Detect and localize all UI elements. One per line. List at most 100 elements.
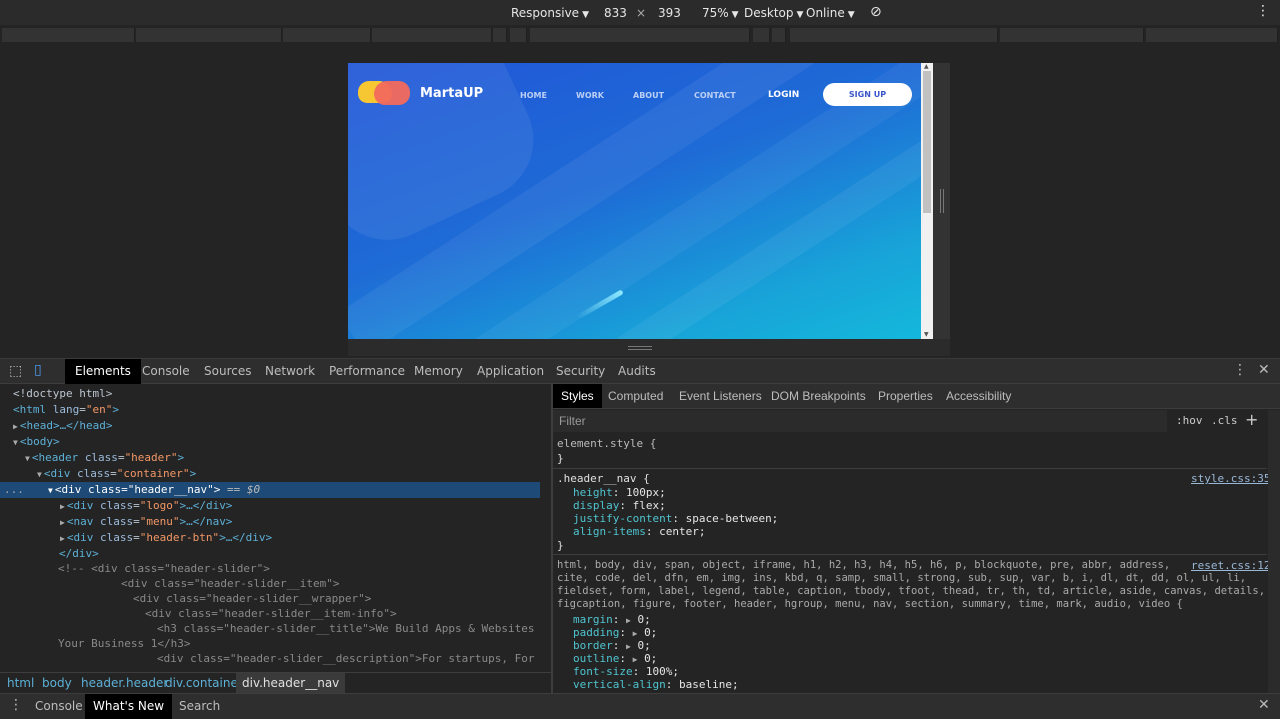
dom-html[interactable]: <html lang="en"> xyxy=(13,402,119,418)
preview-nav-home[interactable]: HOME xyxy=(520,91,547,100)
dom-header[interactable]: ▼ <header class="header"> xyxy=(25,450,184,466)
tab-computed[interactable]: Computed xyxy=(608,384,663,408)
close-icon[interactable]: ✕ xyxy=(1258,697,1270,713)
dom-head[interactable]: ▶ <head>…</head> xyxy=(13,418,113,434)
tab-sources[interactable]: Sources xyxy=(204,359,251,384)
rule2-source-link[interactable]: reset.css:12 xyxy=(1191,559,1270,572)
width-input[interactable]: 833 xyxy=(604,6,627,20)
drawer-tab-whats-new[interactable]: What's New xyxy=(85,694,173,719)
tab-accessibility[interactable]: Accessibility xyxy=(946,384,1011,408)
kebab-icon[interactable]: ⋮ xyxy=(9,697,23,713)
node-actions-ellipsis[interactable]: ... xyxy=(4,482,24,498)
rule2-prop[interactable]: border: ▶ 0; xyxy=(573,639,651,652)
rule2-selector[interactable]: cite, code, del, dfn, em, img, ins, kbd,… xyxy=(557,572,1246,585)
drawer-tab-search[interactable]: Search xyxy=(179,694,220,719)
kebab-icon[interactable]: ⋮ xyxy=(1256,3,1270,19)
collapse-icon[interactable]: ▼ xyxy=(37,470,42,479)
tab-dom-breakpoints[interactable]: DOM Breakpoints xyxy=(771,384,866,408)
tab-security[interactable]: Security xyxy=(556,359,605,384)
media-query-segment[interactable] xyxy=(510,28,527,42)
dom-comment[interactable]: <!-- <div class="header-slider"> xyxy=(58,561,270,577)
rule1-source-link[interactable]: style.css:35 xyxy=(1191,472,1270,485)
tab-application[interactable]: Application xyxy=(477,359,544,384)
rule2-prop[interactable]: font-size: 100%; xyxy=(573,665,679,678)
rule1-selector[interactable]: .header__nav { xyxy=(557,472,650,485)
dom-header-nav-selected[interactable]: ▼ <div class="header__nav"> == $0 xyxy=(48,482,260,498)
rule1-prop[interactable]: height: 100px; xyxy=(573,486,666,499)
styles-scrollbar[interactable] xyxy=(1268,410,1280,693)
dom-comment[interactable]: <h3 class="header-slider__title">We Buil… xyxy=(157,621,551,637)
tab-properties[interactable]: Properties xyxy=(878,384,933,408)
rule2-selector[interactable]: html, body, div, span, object, iframe, h… xyxy=(557,559,1170,572)
rule2-prop[interactable]: outline: ▶ 0; xyxy=(573,652,657,665)
breadcrumb-container[interactable]: div.container xyxy=(165,676,243,690)
rule1-prop[interactable]: justify-content: space-between; xyxy=(573,512,778,525)
collapse-icon[interactable]: ▼ xyxy=(25,454,30,463)
new-rule-button[interactable]: + xyxy=(1245,410,1258,429)
media-query-segment[interactable] xyxy=(790,28,998,42)
expand-icon[interactable]: ▶ xyxy=(626,642,631,651)
media-query-segment[interactable] xyxy=(530,28,750,42)
cls-toggle[interactable]: .cls xyxy=(1211,414,1238,427)
preview-nav-work[interactable]: WORK xyxy=(576,91,604,100)
preview-signup-button[interactable]: SIGN UP xyxy=(823,83,912,106)
tab-event-listeners[interactable]: Event Listeners xyxy=(679,384,762,408)
throttle-dropdown[interactable]: Online ▼ xyxy=(806,6,855,20)
preview-nav-about[interactable]: ABOUT xyxy=(633,91,664,100)
breadcrumb-header-nav[interactable]: div.header__nav xyxy=(236,673,346,694)
rule2-prop[interactable]: padding: ▶ 0; xyxy=(573,626,657,639)
dom-logo[interactable]: ▶ <div class="logo">…</div> xyxy=(60,498,232,514)
dom-header-btn[interactable]: ▶ <div class="header-btn">…</div> xyxy=(60,530,272,546)
zoom-dropdown[interactable]: 75% ▼ xyxy=(702,6,739,20)
preview-logo-text[interactable]: MartaUP xyxy=(420,86,483,101)
media-query-segment[interactable] xyxy=(283,28,371,42)
expand-icon[interactable]: ▶ xyxy=(60,518,65,527)
preview-scrollbar[interactable]: ▲ ▼ xyxy=(921,63,933,339)
expand-icon[interactable]: ▶ xyxy=(60,534,65,543)
device-toggle-icon[interactable]: ▯ xyxy=(34,362,42,378)
scroll-up-icon[interactable]: ▲ xyxy=(924,63,929,70)
rule2-selector[interactable]: fieldset, form, label, legend, table, ca… xyxy=(557,585,1265,598)
scrollbar-thumb[interactable] xyxy=(923,71,931,213)
media-query-segment[interactable] xyxy=(493,28,507,42)
resize-handle-corner[interactable] xyxy=(933,339,950,356)
dom-comment[interactable]: <div class="header-slider__description">… xyxy=(157,651,535,667)
dom-container[interactable]: ▼ <div class="container"> xyxy=(37,466,196,482)
media-query-segment[interactable] xyxy=(1146,28,1278,42)
dom-body[interactable]: ▼ <body> xyxy=(13,434,60,450)
tab-elements[interactable]: Elements xyxy=(65,359,141,384)
tab-styles[interactable]: Styles xyxy=(553,384,602,408)
height-input[interactable]: 393 xyxy=(658,6,681,20)
tab-console[interactable]: Console xyxy=(142,359,190,384)
responsive-dropdown[interactable]: Responsive ▼ xyxy=(511,6,589,20)
dom-comment[interactable]: <div class="header-slider__item-info"> xyxy=(145,606,397,622)
dom-comment[interactable]: <div class="header-slider__wrapper"> xyxy=(133,591,371,607)
rule1-prop[interactable]: display: flex; xyxy=(573,499,666,512)
media-query-segment[interactable] xyxy=(772,28,786,42)
preview-login-link[interactable]: LOGIN xyxy=(768,90,799,100)
rule2-selector[interactable]: figcaption, figure, footer, header, hgro… xyxy=(557,598,1183,611)
close-icon[interactable]: ✕ xyxy=(1258,362,1270,378)
preview-nav-contact[interactable]: CONTACT xyxy=(694,91,736,100)
dom-comment[interactable]: Your Business 1</h3> xyxy=(58,636,190,652)
media-query-segment[interactable] xyxy=(136,28,282,42)
expand-icon[interactable]: ▶ xyxy=(633,655,638,664)
dom-doctype[interactable]: <!doctype html> xyxy=(13,386,112,402)
expand-icon[interactable]: ▶ xyxy=(60,502,65,511)
tab-performance[interactable]: Performance xyxy=(329,359,405,384)
elements-scrollbar[interactable] xyxy=(540,384,551,671)
drawer-tab-console[interactable]: Console xyxy=(35,694,83,719)
rule1-prop[interactable]: align-items: center; xyxy=(573,525,705,538)
element-style-selector[interactable]: element.style { xyxy=(557,437,656,450)
scroll-down-icon[interactable]: ▼ xyxy=(924,331,929,338)
dom-close-div[interactable]: </div> xyxy=(59,546,99,562)
tab-audits[interactable]: Audits xyxy=(618,359,656,384)
expand-icon[interactable]: ▶ xyxy=(13,422,18,431)
collapse-icon[interactable]: ▼ xyxy=(48,486,53,495)
media-query-segment[interactable] xyxy=(2,28,135,42)
device-type-dropdown[interactable]: Desktop ▼ xyxy=(744,6,803,20)
rule2-prop[interactable]: vertical-align: baseline; xyxy=(573,678,739,691)
media-query-segment[interactable] xyxy=(372,28,492,42)
inspect-icon[interactable]: ⬚ xyxy=(9,363,22,379)
tab-network[interactable]: Network xyxy=(265,359,315,384)
